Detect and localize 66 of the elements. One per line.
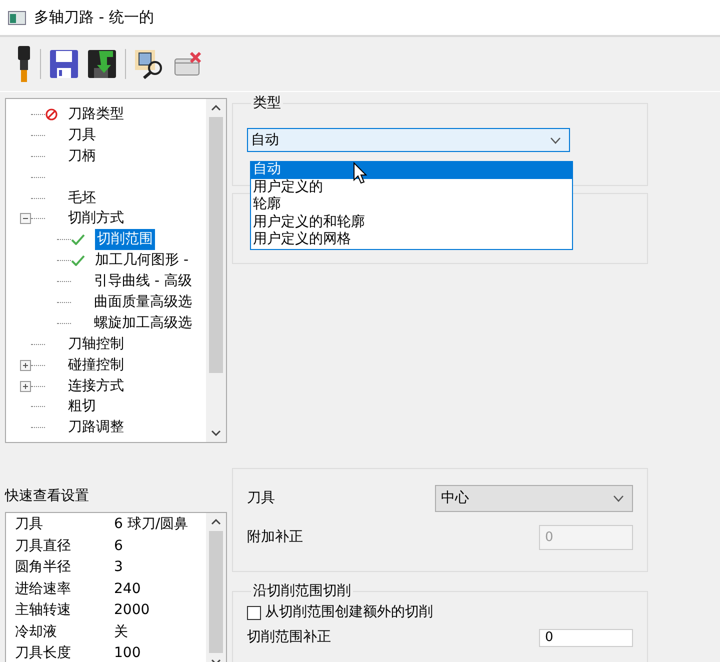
- expand-toggle[interactable]: [20, 360, 31, 371]
- dropdown-option[interactable]: 用户定义的和轮廓: [251, 214, 572, 231]
- tree-item[interactable]: 连接方式: [68, 376, 124, 397]
- tree-item[interactable]: 毛坯: [68, 188, 96, 209]
- checkbox-label: 从切削范围创建额外的切削: [265, 603, 433, 622]
- section-title: 快速查看设置: [5, 487, 90, 506]
- setting-name: 主轴转速: [14, 601, 72, 620]
- setting-value: 2000: [114, 601, 150, 620]
- tool-holder-icon[interactable]: [16, 46, 32, 82]
- setting-name: 圆角半径: [14, 558, 72, 578]
- setting-value: 6 球刀/圆鼻: [114, 515, 188, 534]
- save-icon[interactable]: [49, 49, 79, 79]
- setting-name: 刀具: [14, 515, 44, 534]
- scroll-up-icon[interactable]: [211, 519, 221, 525]
- dropdown[interactable]: 自动: [247, 128, 570, 152]
- chevron-down-icon: [550, 136, 561, 144]
- tree-item[interactable]: 刀具: [68, 124, 96, 146]
- scroll-up-icon[interactable]: [211, 105, 221, 111]
- checkbox[interactable]: [247, 606, 261, 620]
- tree-item[interactable]: 引导曲线 - 高级: [94, 271, 192, 292]
- tree-item[interactable]: 刀路调整: [68, 417, 124, 438]
- dropdown-value: 中心: [441, 489, 469, 508]
- field-label: 刀具: [247, 489, 275, 508]
- setting-value: 240: [114, 580, 141, 599]
- scrollbar-thumb[interactable]: [209, 531, 223, 653]
- setting-name: 进给速率: [14, 580, 72, 599]
- collapse-toggle[interactable]: [20, 213, 31, 224]
- tree-item[interactable]: 刀柄: [68, 146, 96, 167]
- tree-item[interactable]: 粗切: [68, 396, 96, 418]
- field-label: 切削范围补正: [247, 628, 331, 647]
- check-icon: [71, 255, 85, 266]
- tree-item[interactable]: 切削范围: [95, 229, 155, 250]
- window-icon: [8, 10, 26, 24]
- setting-value: 6: [114, 536, 123, 556]
- dropdown-option[interactable]: 轮廓: [251, 196, 572, 214]
- tree-item[interactable]: 碰撞控制: [68, 354, 124, 376]
- number-field[interactable]: 0: [539, 628, 633, 646]
- setting-value: 100: [114, 644, 141, 662]
- tree-item[interactable]: 螺旋加工高级选: [94, 312, 192, 334]
- group-title: 沿切削范围切削: [252, 584, 352, 598]
- dropdown-option[interactable]: 用户定义的: [251, 178, 572, 196]
- tree-item[interactable]: 曲面质量高级选: [94, 292, 192, 313]
- setting-name: 冷却液: [14, 622, 58, 642]
- tree-item[interactable]: 加工几何图形 -: [95, 250, 189, 272]
- field-label: 附加补正: [247, 528, 303, 547]
- setting-name: 刀具长度: [14, 644, 72, 662]
- dropdown-value: 自动: [251, 130, 279, 150]
- group-title: 类型: [252, 96, 282, 110]
- check-icon: [71, 234, 85, 246]
- save-as-icon[interactable]: [87, 49, 117, 79]
- dropdown[interactable]: 中心: [435, 485, 633, 512]
- dropdown-option[interactable]: 自动: [251, 161, 572, 178]
- dropdown-option[interactable]: 用户定义的网格: [251, 231, 572, 248]
- tree-item[interactable]: 刀路类型: [68, 104, 124, 125]
- chevron-down-icon: [613, 495, 624, 502]
- scrollbar-thumb[interactable]: [209, 117, 223, 373]
- tree-item[interactable]: 切削方式: [68, 208, 124, 230]
- expand-toggle[interactable]: [20, 380, 31, 392]
- setting-value: 关: [114, 622, 128, 642]
- close-window-icon[interactable]: [174, 52, 202, 76]
- window-title: 多轴刀路 - 统一的: [34, 7, 154, 28]
- scroll-down-icon[interactable]: [211, 430, 221, 436]
- setting-name: 刀具直径: [14, 536, 72, 556]
- tree-item[interactable]: 刀轴控制: [68, 334, 124, 355]
- no-entry-icon: [45, 108, 58, 121]
- setting-value: 3: [114, 558, 123, 578]
